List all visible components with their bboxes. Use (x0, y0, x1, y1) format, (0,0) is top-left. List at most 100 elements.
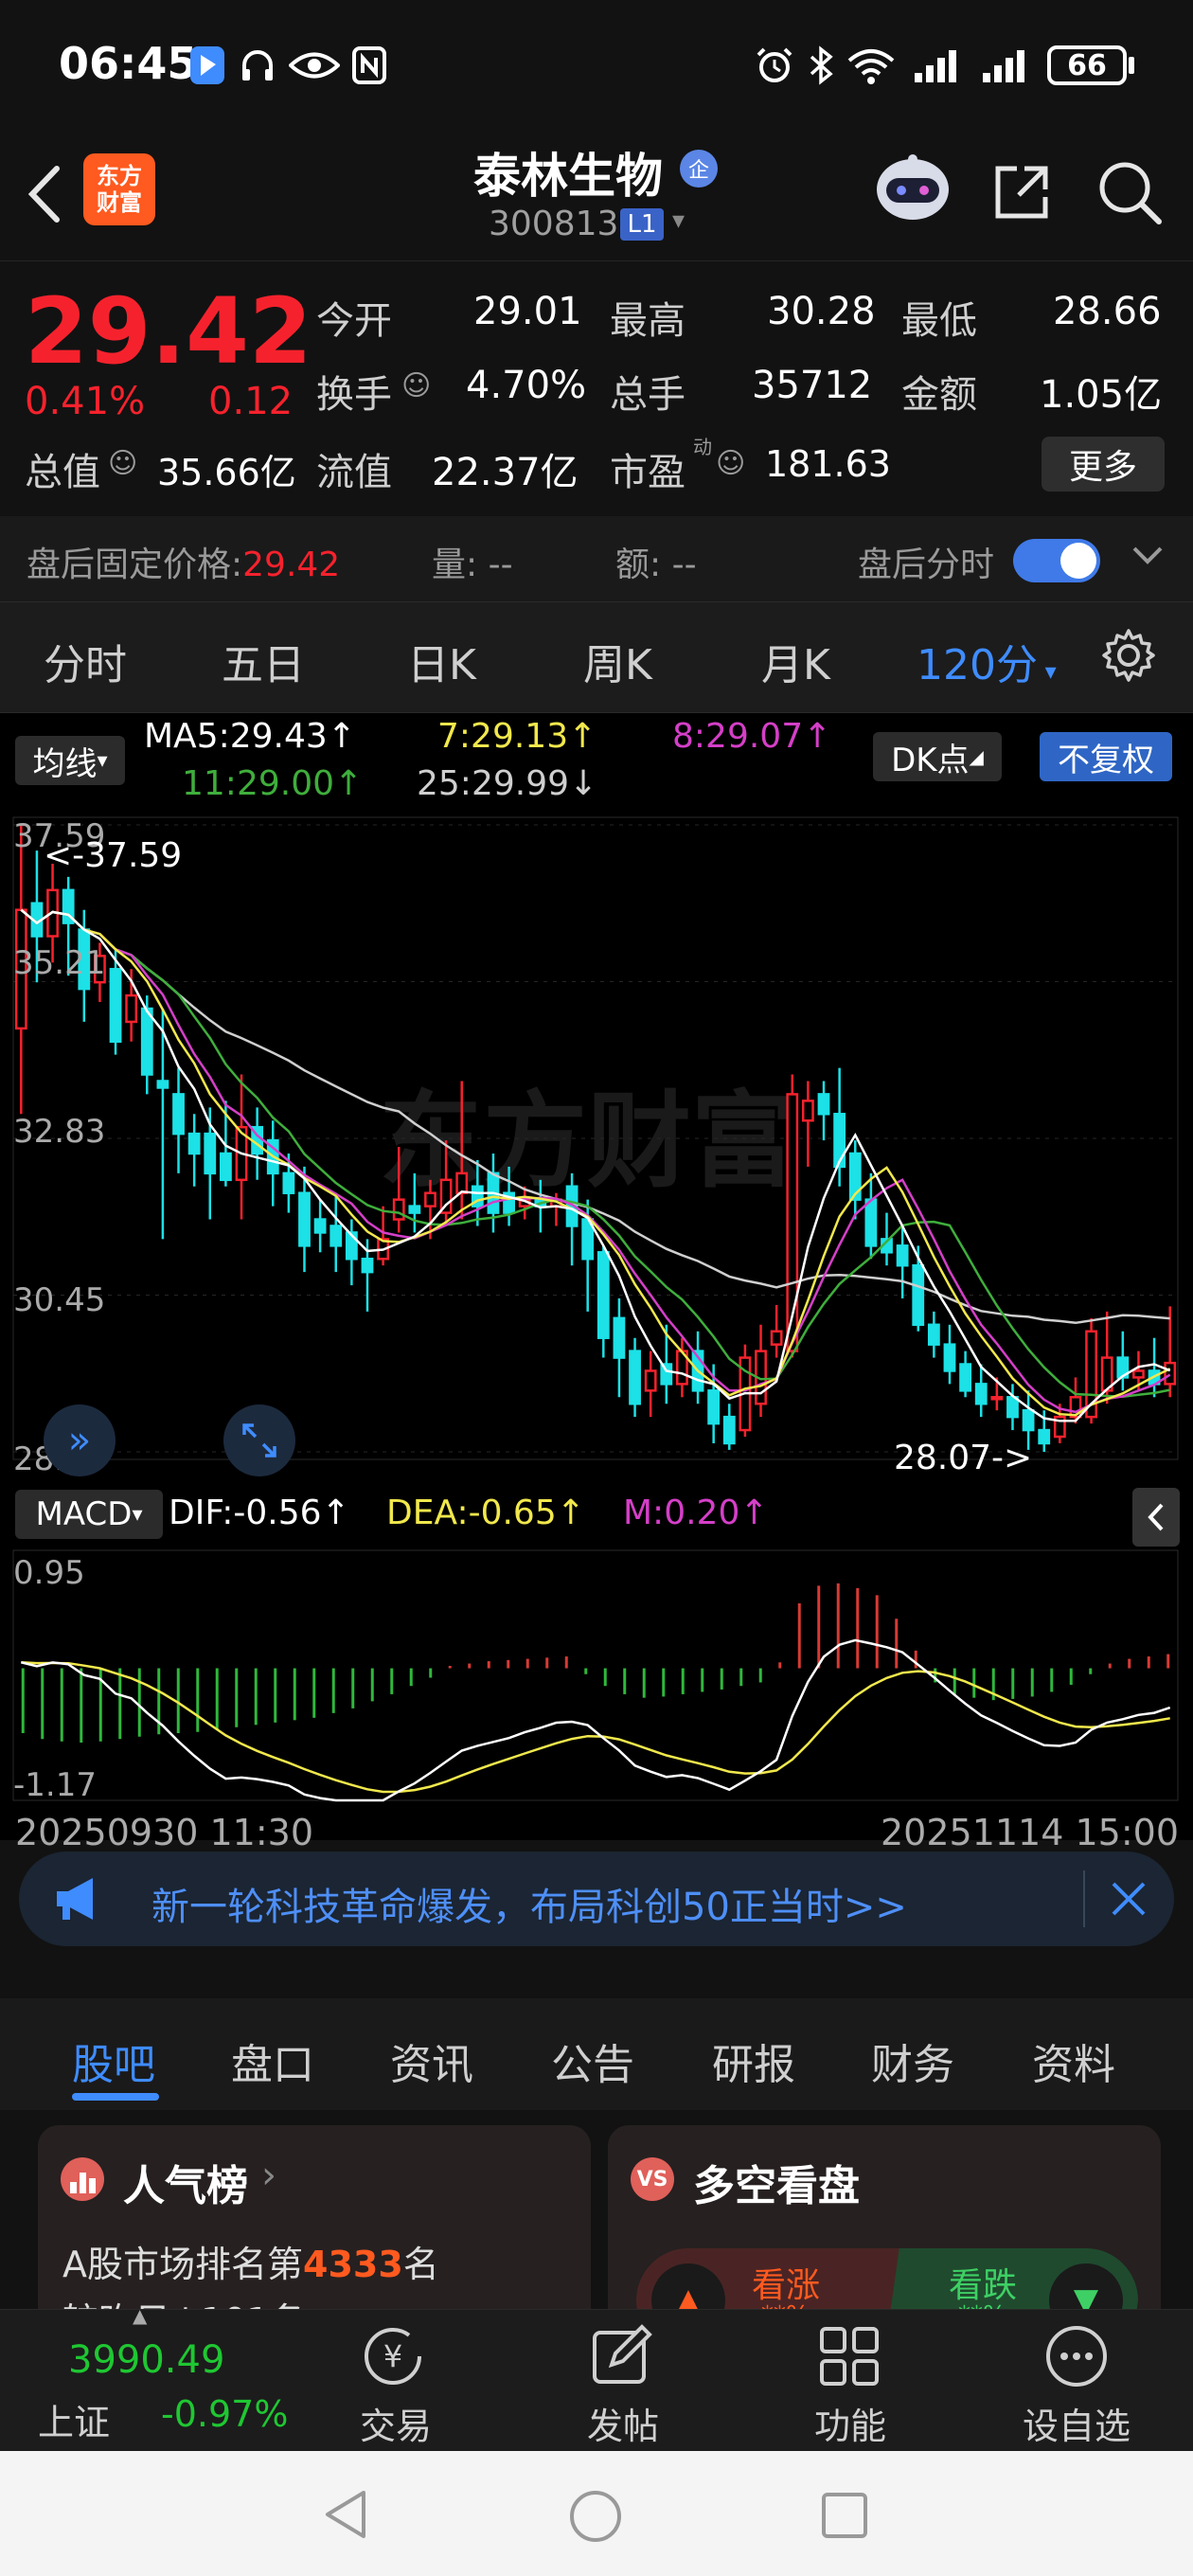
grid-icon[interactable] (816, 2323, 882, 2393)
info-icon[interactable]: ☺ (108, 447, 137, 480)
double-chevron-right-icon[interactable]: » (44, 1404, 116, 1476)
candle-body (1132, 1369, 1145, 1379)
tab-daily-k[interactable]: 日K (407, 631, 476, 691)
chevron-down-icon[interactable] (1131, 537, 1165, 579)
candle-body (204, 1132, 217, 1175)
bear-label: 看跌 (949, 2266, 1018, 2305)
tab-announcements[interactable]: 公告 (551, 2030, 634, 2091)
tab-timeshare[interactable]: 分时 (44, 631, 127, 691)
tab-weekly-k[interactable]: 周K (583, 631, 652, 691)
brand-logo[interactable]: 东方 财富 (83, 153, 155, 225)
macd-axis-label: -1.17 (13, 1766, 97, 1804)
indicator-selector[interactable]: MACD ▾ (15, 1490, 163, 1539)
last-price: 29.42 (25, 278, 312, 385)
tab-pankou[interactable]: 盘口 (231, 2030, 314, 2091)
dk-point-button[interactable]: DK点 ◢ (873, 732, 1002, 781)
battery-level: 66 (1067, 48, 1107, 82)
status-bar: 06:45 66 (0, 0, 1193, 133)
candle-body (1006, 1396, 1019, 1419)
nav-watchlist[interactable]: 设自选 (1023, 2397, 1131, 2449)
banner-text[interactable]: 新一轮科技革命爆发，布局科创50正当时>> (151, 1876, 907, 1931)
chevron-left-icon[interactable] (1132, 1488, 1180, 1547)
trade-icon[interactable]: ¥ (360, 2323, 426, 2393)
nav-trade[interactable]: 交易 (360, 2397, 432, 2449)
open-value: 29.01 (473, 290, 582, 333)
pe-label: 市盈 (610, 451, 686, 494)
more-button[interactable]: 更多 (1042, 437, 1165, 492)
ma11-legend: 11:29.00↑ (182, 764, 364, 803)
adjust-button[interactable]: 不复权 (1040, 732, 1172, 781)
bull-bear-card[interactable]: VS 多空看盘 ▲ 看涨 **% 看跌 **% ▼ (608, 2125, 1161, 2309)
quote-panel: 29.42 0.41% 0.12 今开 29.01 最高 30.28 最低 28… (0, 260, 1193, 497)
tab-five-day[interactable]: 五日 (222, 631, 305, 691)
tab-news[interactable]: 资讯 (390, 2030, 473, 2091)
more-dots-icon[interactable] (1043, 2323, 1110, 2393)
candle-body (172, 1093, 185, 1136)
share-icon[interactable] (990, 161, 1053, 224)
popularity-card[interactable]: 人气榜 › A股市场排名第4333名 较昨日↓101名 (38, 2125, 591, 2309)
candle-body (125, 993, 138, 1024)
banner-divider (1083, 1870, 1085, 1927)
nav-functions[interactable]: 功能 (814, 2397, 886, 2449)
system-recents-icon[interactable] (820, 2491, 869, 2544)
edit-icon[interactable] (589, 2323, 655, 2393)
start-date: 20250930 11:30 (15, 1812, 314, 1853)
expand-icon[interactable] (223, 1404, 295, 1476)
candle-body (1038, 1428, 1051, 1445)
candle-body (282, 1172, 295, 1194)
back-arrow-icon[interactable] (21, 161, 68, 227)
caret-icon: ◢ (969, 745, 984, 768)
svg-text:¥: ¥ (383, 2338, 402, 2374)
chevron-right-icon: › (261, 2154, 276, 2197)
mktcap-value: 35.66亿 (157, 452, 296, 493)
after-hours-toggle[interactable] (1013, 539, 1100, 582)
tab-research[interactable]: 研报 (712, 2030, 795, 2091)
price-axis-label: 30.45 (13, 1281, 106, 1319)
index-value[interactable]: 3990.49 (68, 2338, 224, 2382)
after-hours-volume-value: -- (488, 546, 513, 584)
ma-selector[interactable]: 均线 ▾ (15, 736, 125, 785)
versus-icon: VS (631, 2157, 674, 2201)
low-value: 28.66 (1053, 290, 1162, 333)
float-label: 流值 (316, 451, 392, 494)
tab-monthly-k[interactable]: 月K (761, 631, 830, 691)
search-icon[interactable] (1096, 159, 1163, 225)
system-back-icon[interactable] (322, 2489, 369, 2544)
nav-post[interactable]: 发帖 (587, 2397, 659, 2449)
close-icon[interactable] (1108, 1878, 1149, 1923)
dif-line (21, 1638, 1171, 1802)
high-value: 30.28 (767, 290, 876, 333)
kline-chart-svg[interactable]: 东方财富 (0, 713, 1193, 1840)
tab-profile[interactable]: 资料 (1032, 2030, 1115, 2091)
after-hours-label: 盘后固定价格:29.42 (27, 537, 340, 586)
info-icon[interactable]: ☺ (401, 369, 431, 402)
index-name[interactable]: 上证 (38, 2393, 110, 2445)
index-percent[interactable]: -0.97% (161, 2393, 288, 2435)
stock-name: 泰林生物 (473, 149, 663, 204)
tab-financials[interactable]: 财务 (871, 2030, 954, 2091)
candle-body (455, 1172, 469, 1194)
promo-banner[interactable]: 新一轮科技革命爆发，布局科创50正当时>> (19, 1852, 1174, 1946)
robot-assistant-icon[interactable] (873, 153, 953, 222)
tab-120-min[interactable]: 120分 ▾ (917, 631, 1057, 691)
ma7-legend: 7:29.13↑ (437, 717, 597, 756)
tab-guba[interactable]: 股吧 (72, 2030, 155, 2091)
pe-sup: 动 (693, 436, 712, 458)
gear-icon[interactable] (1100, 627, 1157, 688)
candle-body (801, 1100, 814, 1122)
nfc-icon (348, 44, 390, 87)
low-label: 最低 (901, 299, 977, 343)
system-home-icon[interactable] (568, 2489, 623, 2548)
macd-panel-frame (12, 1549, 1179, 1801)
info-tabs: 股吧 盘口 资讯 公告 研报 财务 资料 (0, 1998, 1193, 2110)
level-badge[interactable]: L1 (620, 208, 664, 241)
bull-bear-title: 多空看盘 (693, 2162, 860, 2210)
info-icon[interactable]: ☺ (716, 447, 745, 480)
candle-body (424, 1191, 436, 1208)
headphones-icon (237, 44, 278, 87)
bear-percent: **% (958, 2301, 1006, 2309)
ma8-legend: 8:29.07↑ (672, 717, 832, 756)
kline-chart-area[interactable]: 东方财富 均线 ▾ MA5:29.43↑ 7:29.13↑ 8:29.07↑ 11… (0, 713, 1193, 1853)
chevron-down-icon[interactable]: ▾ (672, 206, 685, 235)
caret-up-icon[interactable]: ▲ (133, 2304, 147, 2327)
